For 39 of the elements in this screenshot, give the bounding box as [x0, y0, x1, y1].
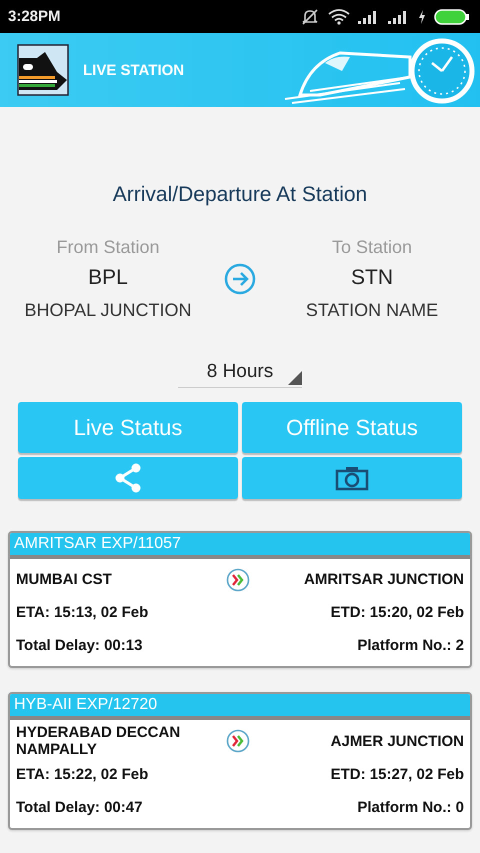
page-title: Arrival/Departure At Station	[112, 183, 368, 207]
caret-icon	[288, 371, 302, 385]
origin-station: MUMBAI CST	[16, 571, 113, 588]
wifi-icon	[328, 8, 350, 24]
double-chevron-icon	[226, 568, 250, 592]
share-icon	[114, 463, 142, 493]
arrow-right-icon[interactable]	[224, 263, 256, 295]
charging-icon	[418, 10, 426, 24]
to-station-label: To Station	[332, 237, 412, 258]
app-title: LIVE STATION	[83, 62, 184, 78]
origin-station: HYDERABAD DECCAN NAMPALLY	[16, 724, 182, 758]
destination-station: AJMER JUNCTION	[330, 732, 464, 750]
etd-text: ETD: 15:27, 02 Feb	[330, 766, 464, 783]
from-station-code[interactable]: BPL	[88, 266, 128, 290]
hours-dropdown[interactable]: 8 Hours	[178, 357, 302, 388]
eta-text: ETA: 15:13, 02 Feb	[16, 604, 150, 621]
to-station-name: STATION NAME	[306, 300, 438, 321]
train-card[interactable]: HYB-AII EXP/12720 HYDERABAD DECCAN NAMPALLY AJMER JUNCTION ETA: 15:22, 02 Feb ETD: 15:27, 02 Feb Total Delay: 00:47 Platform No.: 0	[8, 692, 472, 830]
camera-button[interactable]	[242, 457, 462, 499]
share-button[interactable]	[18, 457, 238, 499]
platform-text: Platform No.: 0	[357, 799, 464, 816]
mute-icon	[300, 8, 320, 24]
train-card[interactable]: AMRITSAR EXP/11057 MUMBAI CST AMRITSAR JUNCTION ETA: 15:13, 02 Feb ETD: 15:20, 02 Feb Total Delay: 00:13 Platform No.: 2	[8, 531, 472, 668]
train-logo-icon	[17, 44, 69, 96]
delay-text: Total Delay: 00:13	[16, 637, 144, 654]
train-name: AMRITSAR EXP/11057	[10, 533, 470, 559]
destination-station: AMRITSAR JUNCTION	[304, 571, 464, 588]
double-chevron-icon	[226, 729, 250, 753]
from-station-name: BHOPAL JUNCTION	[24, 300, 192, 321]
from-station-label: From Station	[56, 237, 160, 258]
platform-text: Platform No.: 2	[357, 637, 464, 654]
clock-time: 3:28PM	[8, 8, 61, 25]
battery-icon	[434, 8, 470, 24]
delay-text: Total Delay: 00:47	[16, 799, 144, 816]
train-name: HYB-AII EXP/12720	[10, 694, 470, 720]
to-station-code[interactable]: STN	[351, 266, 393, 290]
etd-text: ETD: 15:20, 02 Feb	[330, 604, 464, 621]
camera-icon	[335, 465, 369, 491]
eta-text: ETA: 15:22, 02 Feb	[16, 766, 150, 783]
